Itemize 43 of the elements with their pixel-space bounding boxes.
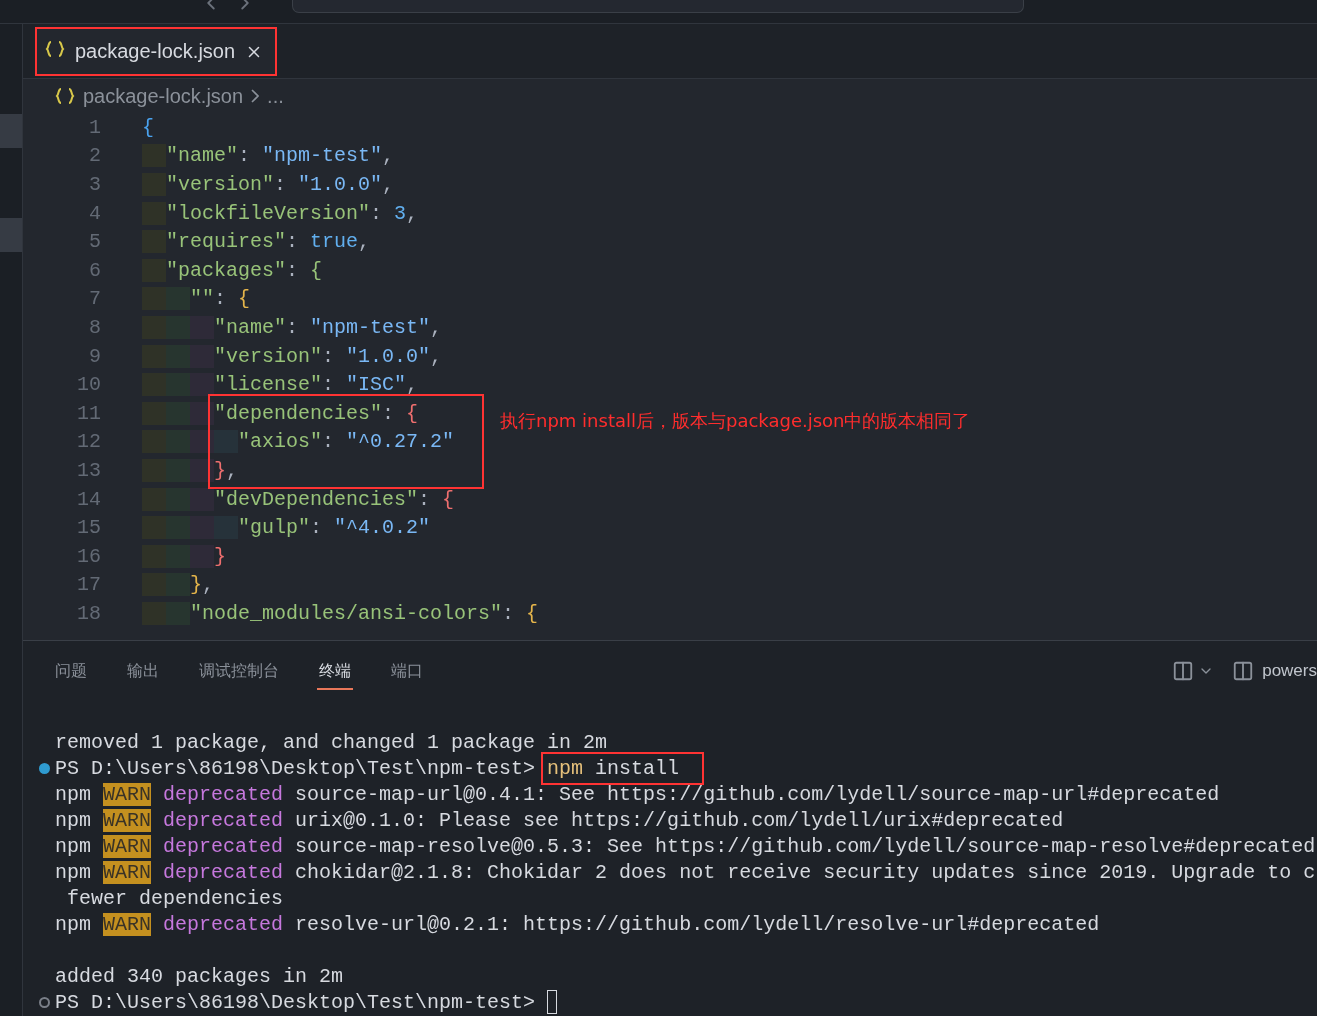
line-number: 15 [76, 516, 102, 540]
line-number: 6 [88, 258, 102, 282]
line-number: 10 [76, 373, 102, 397]
json-icon [55, 87, 75, 105]
annotation-note: 执行npm install后，版本与package.json中的版本相同了 [500, 408, 971, 433]
split-icon[interactable] [1232, 660, 1255, 682]
terminal-line: npm WARN deprecated source-map-url@0.4.1: See https://github.com/lydell/source-map-url#deprecated [55, 782, 1220, 806]
panel-tab[interactable]: 输出 [125, 652, 161, 690]
panel-tab[interactable]: 问题 [53, 652, 89, 690]
editor-tab[interactable]: package-lock.json [35, 27, 278, 76]
line-number: 12 [76, 430, 102, 454]
line-number: 13 [76, 458, 102, 482]
line-number: 4 [88, 201, 102, 225]
code-line: { [142, 115, 154, 139]
terminal-name[interactable]: powers [1262, 661, 1317, 681]
line-number: 8 [88, 315, 102, 339]
breadcrumb-item[interactable]: ... [267, 84, 284, 108]
line-number: 11 [76, 401, 102, 425]
line-number: 14 [76, 487, 102, 511]
terminal-line: PS D:\Users\86198\Desktop\Test\npm-test> [55, 990, 536, 1014]
line-number: 7 [88, 287, 102, 311]
line-number: 5 [88, 230, 102, 254]
terminal-line: removed 1 package, and changed 1 package in 2m [55, 730, 608, 754]
terminal-line: fewer dependencies [66, 886, 284, 910]
terminal-line: npm WARN deprecated source-map-resolve@0.5.3: See https://github.com/lydell/source-map-resolve#deprecated [55, 834, 1316, 858]
terminal-line: PS D:\Users\86198\Desktop\Test\npm-test> npm install [55, 756, 680, 780]
terminal-line: npm WARN deprecated resolve-url@0.2.1: https://github.com/lydell/resolve-url#deprecated [55, 912, 1100, 936]
terminal-line: added 340 packages in 2m [55, 964, 344, 988]
panel-tab[interactable]: 终端 [317, 652, 353, 690]
panel-tab[interactable]: 调试控制台 [197, 652, 281, 690]
panel-tab[interactable]: 端口 [389, 652, 425, 690]
line-number: 16 [76, 544, 102, 568]
chevron-icon [251, 89, 260, 103]
line-number: 2 [88, 144, 102, 168]
terminal-line: npm WARN deprecated urix@0.1.0: Please see https://github.com/lydell/urix#deprecated [55, 808, 1064, 832]
line-number: 3 [88, 173, 102, 196]
terminal-line: npm WARN deprecated chokidar@2.1.8: Chokidar 2 does not receive security updates since 2019. Upgrade to c [55, 860, 1316, 884]
split-icon[interactable] [1172, 660, 1195, 682]
breadcrumb-item[interactable]: package-lock.json [83, 84, 244, 108]
line-number: 9 [88, 344, 102, 368]
line-number: 1 [88, 115, 102, 139]
line-number: 17 [76, 573, 102, 597]
line-number: 18 [76, 601, 102, 625]
